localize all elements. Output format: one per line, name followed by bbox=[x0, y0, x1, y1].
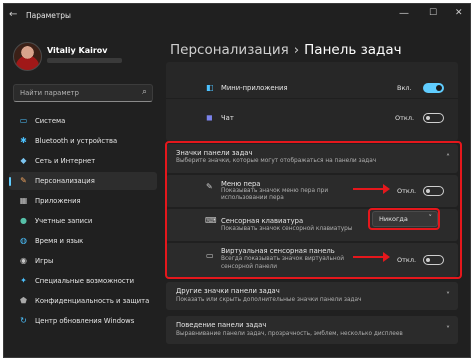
chat-state: Откл. bbox=[395, 114, 415, 122]
highlight-dropdown-box bbox=[368, 208, 440, 230]
wifi-icon: ◆ bbox=[20, 156, 27, 165]
settings-window: ← Параметры — ☐ ✕ Vitaliy Kairov Найти п… bbox=[3, 3, 471, 358]
accessibility-icon: ✦ bbox=[20, 276, 27, 285]
window-title: Параметры bbox=[26, 11, 71, 20]
top-items-group: ◧ Мини-приложения Вкл. ◼ Чат Откл. bbox=[166, 62, 458, 141]
sidebar-item-label: Bluetooth и устройства bbox=[35, 137, 118, 145]
minimize-icon[interactable]: — bbox=[399, 8, 409, 19]
sidebar-item-label: Сеть и Интернет bbox=[35, 157, 96, 165]
chat-toggle[interactable] bbox=[423, 113, 444, 123]
maximize-icon[interactable]: ☐ bbox=[429, 8, 437, 18]
sidebar-item-label: Приложения bbox=[35, 197, 81, 205]
shield-icon: ⬟ bbox=[20, 296, 27, 305]
widgets-toggle[interactable] bbox=[423, 83, 444, 93]
sidebar-item-windows-update[interactable]: ↻ Центр обновления Windows bbox=[9, 312, 157, 330]
avatar[interactable] bbox=[13, 42, 42, 71]
close-icon[interactable]: ✕ bbox=[455, 8, 463, 18]
breadcrumb-separator: › bbox=[293, 42, 300, 58]
active-indicator bbox=[9, 177, 11, 186]
sidebar-item-label: Специальные возможности bbox=[35, 277, 134, 285]
search-placeholder: Найти параметр bbox=[20, 89, 79, 97]
bluetooth-icon: ✱ bbox=[20, 136, 27, 145]
annotation-arrow-touchpad bbox=[353, 252, 390, 262]
sidebar-item-accounts[interactable]: ● Учетные записи bbox=[9, 212, 157, 230]
gamepad-icon: ◉ bbox=[20, 256, 27, 265]
taskbar-behavior-header[interactable]: Поведение панели задач Выравнивание пане… bbox=[166, 316, 458, 344]
widgets-icon: ◧ bbox=[206, 83, 214, 92]
chat-icon: ◼ bbox=[206, 113, 213, 122]
sidebar-item-system[interactable]: ▭ Система bbox=[9, 112, 157, 130]
divider bbox=[166, 98, 458, 99]
person-icon: ● bbox=[20, 216, 27, 225]
globe-icon: ◍ bbox=[20, 236, 27, 245]
sidebar-item-label: Конфиденциальность и защита bbox=[35, 297, 150, 305]
sidebar-item-label: Время и язык bbox=[35, 237, 84, 245]
sidebar: Vitaliy Kairov Найти параметр ⌕ ▭ Систем… bbox=[4, 28, 162, 357]
taskbar-behavior-title: Поведение панели задач bbox=[176, 321, 267, 329]
breadcrumb-parent[interactable]: Персонализация bbox=[170, 42, 289, 58]
other-tray-icons-desc: Показать или скрыть дополнительные значк… bbox=[176, 297, 362, 303]
sidebar-item-accessibility[interactable]: ✦ Специальные возможности bbox=[9, 272, 157, 290]
sidebar-item-network[interactable]: ◆ Сеть и Интернет bbox=[9, 152, 157, 170]
sidebar-item-privacy[interactable]: ⬟ Конфиденциальность и защита bbox=[9, 292, 157, 310]
sidebar-item-label: Игры bbox=[35, 257, 54, 265]
sidebar-item-gaming[interactable]: ◉ Игры bbox=[9, 252, 157, 270]
apps-icon: ▦ bbox=[19, 196, 28, 205]
brush-icon: ✎ bbox=[20, 176, 27, 185]
sidebar-item-label: Учетные записи bbox=[35, 217, 93, 225]
monitor-icon: ▭ bbox=[19, 116, 28, 125]
sidebar-item-personalization[interactable]: ✎ Персонализация bbox=[9, 172, 157, 190]
back-arrow-icon[interactable]: ← bbox=[9, 9, 17, 20]
user-name: Vitaliy Kairov bbox=[47, 46, 108, 55]
annotation-arrow-pen bbox=[353, 184, 390, 194]
user-email-blurred bbox=[47, 58, 122, 63]
sidebar-item-time-language[interactable]: ◍ Время и язык bbox=[9, 232, 157, 250]
sidebar-item-label: Центр обновления Windows bbox=[35, 317, 135, 325]
page-title: Панель задач bbox=[304, 42, 402, 58]
title-bar: ← Параметры — ☐ ✕ bbox=[4, 4, 470, 28]
sidebar-item-label: Персонализация bbox=[35, 177, 95, 185]
other-tray-icons-title: Другие значки панели задач bbox=[176, 287, 280, 295]
chevron-down-icon[interactable]: ˅ bbox=[446, 291, 450, 300]
main-content: Персонализация › Панель задач ◧ Мини-прило… bbox=[162, 28, 470, 357]
search-input[interactable]: Найти параметр ⌕ bbox=[13, 84, 153, 102]
widgets-label: Мини-приложения bbox=[221, 84, 288, 92]
widgets-state: Вкл. bbox=[397, 84, 412, 92]
breadcrumb: Персонализация › Панель задач bbox=[170, 42, 402, 58]
search-icon: ⌕ bbox=[141, 87, 147, 97]
update-icon: ↻ bbox=[20, 316, 27, 325]
sidebar-item-bluetooth[interactable]: ✱ Bluetooth и устройства bbox=[9, 132, 157, 150]
chat-label: Чат bbox=[221, 114, 234, 122]
sidebar-item-apps[interactable]: ▦ Приложения bbox=[9, 192, 157, 210]
taskbar-behavior-desc: Выравнивание панели задач, прозрачность,… bbox=[176, 331, 403, 337]
chevron-down-icon[interactable]: ˅ bbox=[446, 325, 450, 334]
sidebar-item-label: Система bbox=[35, 117, 66, 125]
other-tray-icons-header[interactable]: Другие значки панели задач Показать или … bbox=[166, 282, 458, 310]
